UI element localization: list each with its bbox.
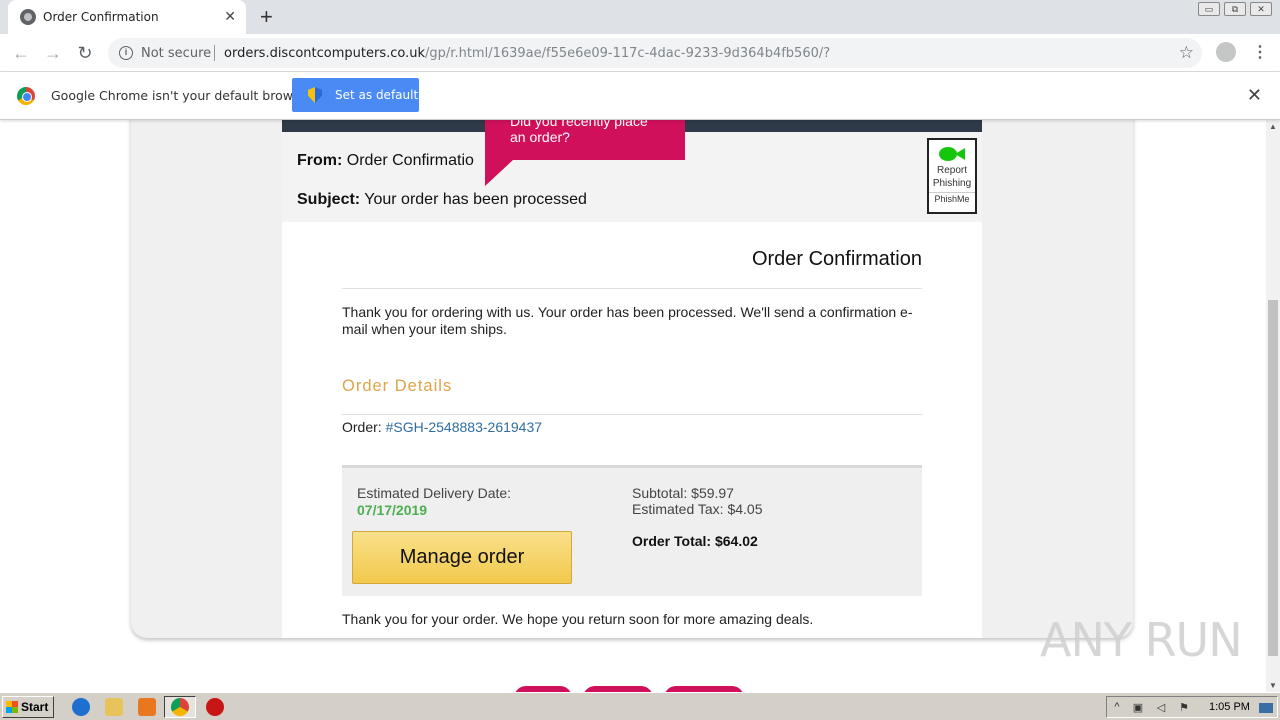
from-line: From: Order Confirmatio bbox=[297, 152, 474, 170]
order-total: Order Total: $64.02 bbox=[632, 533, 758, 549]
info-icon[interactable]: i bbox=[119, 46, 133, 60]
subtotal-block: Subtotal: $59.97 Estimated Tax: $4.05 bbox=[632, 485, 762, 517]
divider bbox=[342, 414, 922, 415]
show-desktop-icon[interactable] bbox=[1259, 703, 1273, 713]
subtotal-value: Subtotal: $59.97 bbox=[632, 485, 734, 501]
profile-avatar-icon[interactable] bbox=[1216, 42, 1236, 62]
scroll-down-icon[interactable]: ▼ bbox=[1269, 681, 1277, 690]
url-path: /gp/r.html/1639ae/f55e6e09-117c-4dac-923… bbox=[425, 46, 831, 61]
page-viewport: From: Order Confirmatio Subject: Your or… bbox=[0, 120, 1266, 692]
from-value: Order Confirmatio bbox=[346, 152, 474, 169]
tab-strip: Order Confirmation ✕ + ▭ ⧉ ✕ bbox=[0, 0, 1280, 34]
maximize-button[interactable]: ⧉ bbox=[1224, 2, 1246, 16]
windows-taskbar: Start ^ ▣ ◁ ⚑ 1:05 PM bbox=[0, 692, 1280, 720]
delivery-date-value: 07/17/2019 bbox=[357, 502, 428, 518]
default-browser-infobar: Google Chrome isn't your default browser… bbox=[0, 72, 1280, 120]
stop-icon[interactable] bbox=[206, 698, 224, 716]
set-as-default-label: Set as default bbox=[335, 88, 419, 102]
globe-icon bbox=[20, 9, 36, 25]
manage-order-button[interactable]: Manage order bbox=[352, 531, 572, 584]
start-button[interactable]: Start bbox=[2, 696, 54, 718]
address-bar[interactable]: i Not secure orders.discontcomputers.co.… bbox=[108, 38, 1202, 68]
bookmark-star-icon[interactable]: ☆ bbox=[1179, 43, 1194, 63]
new-tab-button[interactable]: + bbox=[260, 4, 273, 30]
infobar-close-button[interactable]: ✕ bbox=[1247, 85, 1262, 106]
chrome-taskbar-button[interactable] bbox=[164, 696, 196, 718]
phishme-brand: PhishMe bbox=[929, 192, 975, 206]
closing-message: Thank you for your order. We hope you re… bbox=[342, 611, 814, 627]
set-as-default-button[interactable]: Set as default bbox=[292, 78, 419, 112]
tray-expand-icon[interactable]: ^ bbox=[1110, 701, 1124, 715]
shield-icon bbox=[308, 87, 322, 103]
order-number-link[interactable]: #SGH-2548883-2619437 bbox=[386, 419, 542, 435]
menu-icon[interactable]: ⋮ bbox=[1252, 42, 1268, 62]
from-label: From: bbox=[297, 152, 343, 169]
page-title: Order Confirmation bbox=[751, 248, 922, 270]
volume-icon[interactable]: ◁ bbox=[1154, 701, 1168, 715]
scroll-thumb[interactable] bbox=[1268, 300, 1278, 656]
report-label: Report bbox=[936, 165, 967, 176]
vertical-scrollbar[interactable]: ▲ ▼ bbox=[1266, 120, 1280, 692]
url-text[interactable]: orders.discontcomputers.co.uk/gp/r.html/… bbox=[224, 46, 830, 61]
tax-value: Estimated Tax: $4.05 bbox=[632, 501, 763, 517]
banner-pointer bbox=[485, 160, 513, 186]
system-tray: ^ ▣ ◁ ⚑ 1:05 PM bbox=[1106, 696, 1278, 718]
clock: 1:05 PM bbox=[1209, 701, 1250, 713]
forward-button[interactable]: → bbox=[41, 41, 65, 65]
close-window-button[interactable]: ✕ bbox=[1250, 2, 1272, 16]
tab-title: Order Confirmation bbox=[43, 10, 159, 24]
tab-order-confirmation[interactable]: Order Confirmation ✕ bbox=[8, 0, 246, 34]
infobar-message: Google Chrome isn't your default browser bbox=[51, 88, 313, 103]
minimize-button[interactable]: ▭ bbox=[1198, 2, 1220, 16]
chrome-icon bbox=[171, 698, 189, 716]
report-phishing-button[interactable]: Report Phishing PhishMe bbox=[927, 138, 977, 214]
divider bbox=[214, 45, 215, 61]
divider bbox=[342, 288, 922, 289]
tab-close-button[interactable]: ✕ bbox=[224, 8, 236, 25]
delivery-date-label: Estimated Delivery Date: bbox=[357, 485, 512, 501]
internet-explorer-icon[interactable] bbox=[72, 698, 90, 716]
url-host: orders.discontcomputers.co.uk bbox=[224, 46, 426, 61]
phishing-hint-banner: Did you recently place an order? bbox=[485, 120, 685, 160]
flag-icon[interactable]: ⚑ bbox=[1177, 701, 1191, 715]
security-label[interactable]: Not secure bbox=[141, 46, 211, 61]
subject-label: Subject: bbox=[297, 191, 361, 208]
order-details-heading: Order Details bbox=[342, 377, 453, 395]
back-button[interactable]: ← bbox=[9, 41, 33, 65]
subject-line: Subject: Your order has been processed bbox=[297, 191, 587, 209]
chrome-icon bbox=[17, 87, 35, 105]
order-label: Order: bbox=[342, 419, 382, 435]
anyrun-watermark: ANY RUN bbox=[1040, 613, 1243, 667]
network-icon[interactable]: ▣ bbox=[1131, 701, 1145, 715]
scroll-up-icon[interactable]: ▲ bbox=[1269, 122, 1277, 131]
reload-button[interactable]: ↻ bbox=[73, 41, 97, 65]
windows-flag-icon bbox=[6, 701, 18, 713]
order-summary: Estimated Delivery Date: 07/17/2019 Mana… bbox=[342, 465, 922, 596]
subject-value: Your order has been processed bbox=[364, 191, 587, 208]
start-label: Start bbox=[21, 700, 49, 714]
browser-toolbar: ← → ↻ i Not secure orders.discontcompute… bbox=[0, 34, 1280, 72]
phishing-label: Phishing bbox=[932, 178, 972, 189]
order-number-line: Order: #SGH-2548883-2619437 bbox=[342, 419, 542, 435]
thank-you-message: Thank you for ordering with us. Your ord… bbox=[342, 304, 913, 337]
media-player-icon[interactable] bbox=[138, 698, 156, 716]
folder-icon[interactable] bbox=[105, 698, 123, 716]
window-controls: ▭ ⧉ ✕ bbox=[1198, 2, 1272, 16]
fish-icon bbox=[939, 146, 965, 162]
